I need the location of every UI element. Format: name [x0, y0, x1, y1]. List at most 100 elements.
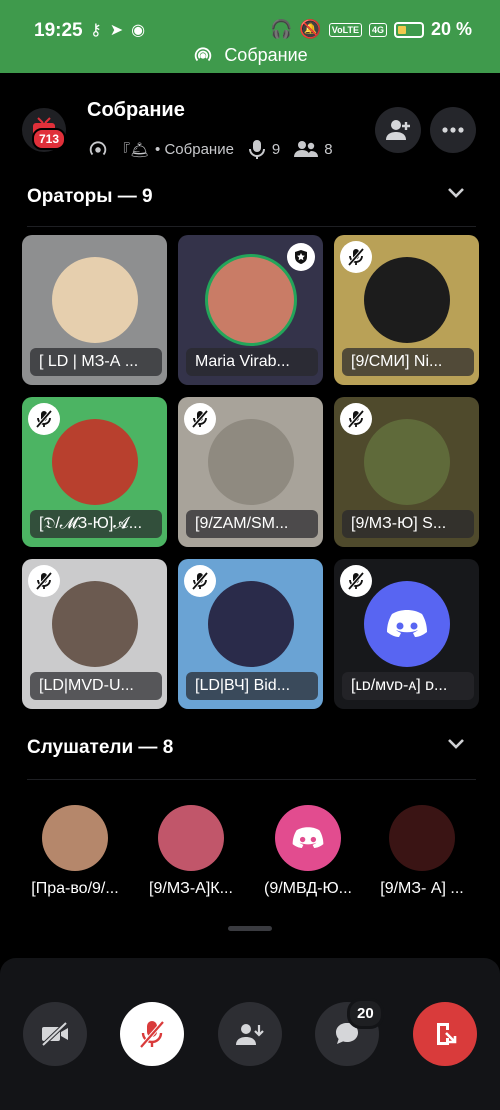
avatar — [275, 805, 341, 871]
avatar — [208, 257, 294, 343]
avatar — [364, 581, 450, 667]
avatar — [364, 419, 450, 505]
speaker-name: [𝔇/𝓜З-Ю]𝓐... — [30, 510, 162, 538]
stage-subtitle: 『🛎 • Собрание 9 8 — [87, 138, 333, 160]
bell-muted-icon: 🔕 — [299, 19, 322, 39]
avatar — [389, 805, 455, 871]
speaker-name: Maria Virab... — [186, 348, 318, 376]
listener-name: [9/МЗ-А]К... — [149, 880, 233, 897]
leave-stage-button[interactable] — [413, 1002, 477, 1066]
speaker-tile[interactable]: [9/МЗ-Ю] S... — [334, 397, 479, 547]
invite-button[interactable] — [375, 107, 421, 153]
speaker-name: [LD|MVD-U... — [30, 672, 162, 700]
section-divider — [27, 226, 476, 227]
section-divider — [27, 779, 476, 780]
speaker-tile[interactable]: [9/ZAM/SM... — [178, 397, 323, 547]
speaker-name: [9/СМИ] Ni... — [342, 348, 474, 376]
drag-handle[interactable] — [228, 926, 272, 931]
chevron-down-icon — [448, 188, 464, 198]
stage-icon — [89, 141, 107, 156]
more-icon — [442, 127, 464, 133]
add-user-icon — [386, 120, 410, 140]
mic-off-icon — [35, 410, 53, 428]
stage-icon — [195, 47, 212, 62]
microphone-icon — [248, 140, 265, 159]
listener-item[interactable]: [9/МЗ- А] ... — [363, 805, 481, 898]
channel-name: • Собрание — [155, 140, 234, 158]
mic-muted-icon — [340, 403, 372, 435]
mic-off-icon — [139, 1020, 165, 1049]
camera-off-icon — [41, 1021, 68, 1047]
speaker-tile[interactable]: [LD|MVD-U... — [22, 559, 167, 709]
mute-toggle-button[interactable] — [120, 1002, 184, 1066]
members-icon — [294, 141, 319, 157]
listener-item[interactable]: (9/МВД-Ю... — [249, 805, 367, 898]
speaker-tile[interactable]: [LD|ВЧ] Bid... — [178, 559, 323, 709]
mic-off-icon — [35, 572, 53, 590]
speaker-tile[interactable]: [ʟᴅ/ᴍᴠᴅ-ᴀ] ᴅ... — [334, 559, 479, 709]
headphones-icon: 🎧 — [269, 19, 293, 39]
call-label: Собрание — [224, 44, 308, 65]
mic-off-icon — [191, 410, 209, 428]
unread-badge: 713 — [32, 128, 67, 150]
listeners-section-title: Слушатели — 8 — [27, 737, 174, 758]
status-left-icons: ⚷ ➤ ◉ — [90, 20, 145, 40]
mic-muted-icon — [28, 403, 60, 435]
avatar — [208, 581, 294, 667]
battery-percent: 20 % — [430, 19, 472, 39]
listener-name: [Пра-во/9/... — [31, 880, 119, 897]
key-icon: ⚷ — [90, 22, 102, 39]
speaker-name: [ LD | МЗ-А ... — [30, 348, 162, 376]
members-count: 8 — [324, 140, 333, 158]
network-badge: 4G — [368, 22, 387, 37]
avatar — [52, 581, 138, 667]
mic-off-icon — [347, 410, 365, 428]
avatar — [42, 805, 108, 871]
telegram-icon: ➤ — [109, 22, 124, 39]
status-bar: 19:25 ⚷ ➤ ◉ 🎧 🔕 VoLTE 4G 20 % Собрание — [0, 0, 500, 73]
speaker-tile[interactable]: [ LD | МЗ-А ... — [22, 235, 167, 385]
listener-item[interactable]: [Пра-во/9/... — [16, 805, 134, 898]
mic-off-icon — [347, 248, 365, 266]
speakers-count: 9 — [271, 140, 281, 158]
chat-unread-badge: 20 — [347, 998, 384, 1029]
listener-name: (9/МВД-Ю... — [264, 880, 352, 897]
status-right: 🎧 🔕 VoLTE 4G 20 % — [270, 19, 472, 40]
speaker-name: [ʟᴅ/ᴍᴠᴅ-ᴀ] ᴅ... — [342, 672, 474, 700]
mic-muted-icon — [184, 403, 216, 435]
move-to-audience-button[interactable] — [218, 1002, 282, 1066]
speaker-name: [9/МЗ-Ю] S... — [342, 510, 474, 538]
speaker-tile[interactable]: Maria Virab... — [178, 235, 323, 385]
channel-emoji: 『🛎 — [115, 141, 150, 159]
listeners-collapse-toggle[interactable] — [446, 737, 466, 756]
volte-badge: VoLTE — [328, 22, 362, 37]
avatar — [52, 419, 138, 505]
speaker-tile[interactable]: [𝔇/𝓜З-Ю]𝓐... — [22, 397, 167, 547]
avatar — [364, 257, 450, 343]
status-time: 19:25 — [34, 20, 83, 41]
discord-logo-icon — [387, 610, 427, 637]
mic-off-icon — [347, 572, 365, 590]
avatar — [52, 257, 138, 343]
mic-muted-icon — [184, 565, 216, 597]
mic-off-icon — [191, 572, 209, 590]
battery-icon — [393, 21, 424, 38]
listener-item[interactable]: [9/МЗ-А]К... — [132, 805, 250, 898]
speaker-name: [LD|ВЧ] Bid... — [186, 672, 318, 700]
avatar — [158, 805, 224, 871]
discord-logo-icon — [292, 827, 324, 848]
avatar — [208, 419, 294, 505]
speakers-section-title: Ораторы — 9 — [27, 186, 153, 207]
chevron-down-icon — [448, 739, 464, 749]
speakers-collapse-toggle[interactable] — [446, 186, 466, 205]
speaker-tile[interactable]: [9/СМИ] Ni... — [334, 235, 479, 385]
leave-icon — [437, 1023, 457, 1045]
more-options-button[interactable] — [430, 107, 476, 153]
mic-muted-icon — [28, 565, 60, 597]
discord-icon: ◉ — [131, 22, 146, 39]
camera-toggle-button[interactable] — [23, 1002, 87, 1066]
mic-muted-icon — [340, 241, 372, 273]
stage-title: Собрание — [87, 99, 185, 121]
ongoing-call-banner[interactable]: Собрание — [0, 44, 500, 66]
user-arrow-icon — [236, 1024, 264, 1045]
